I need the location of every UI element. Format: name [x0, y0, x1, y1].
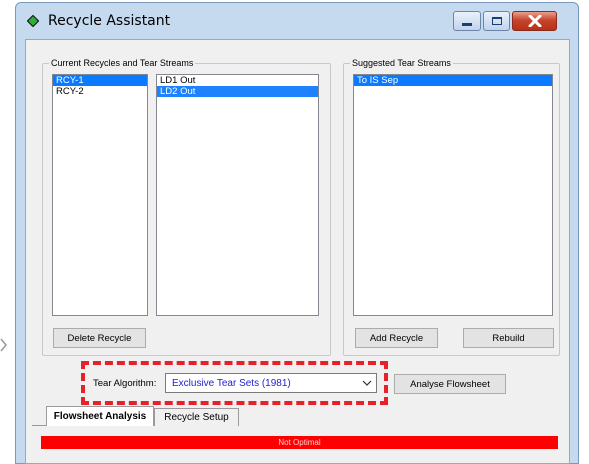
tab-recycle-setup[interactable]: Recycle Setup [154, 408, 239, 426]
minimize-button[interactable] [453, 11, 481, 31]
app-diamond-icon [26, 14, 40, 28]
tear-streams-listbox[interactable]: LD1 Out LD2 Out [156, 74, 319, 316]
recycle-item[interactable]: RCY-1 [53, 75, 147, 86]
current-recycles-group: Current Recycles and Tear Streams RCY-1 … [42, 57, 331, 356]
suggested-stream-item[interactable]: To IS Sep [354, 75, 552, 86]
minimize-icon [462, 22, 472, 26]
recycle-assistant-window: Recycle Assistant Current Recycles and T… [15, 2, 579, 464]
tear-stream-item[interactable]: LD1 Out [157, 75, 318, 86]
maximize-button[interactable] [483, 11, 510, 31]
delete-recycle-button[interactable]: Delete Recycle [53, 328, 146, 348]
dialog-client-area: Current Recycles and Tear Streams RCY-1 … [25, 39, 570, 464]
title-bar[interactable]: Recycle Assistant [16, 3, 578, 39]
close-button[interactable] [512, 11, 557, 31]
tear-stream-item[interactable]: LD2 Out [157, 86, 318, 97]
status-bar: Not Optimal [41, 436, 558, 449]
current-recycles-group-title: Current Recycles and Tear Streams [49, 57, 196, 69]
rebuild-button[interactable]: Rebuild [463, 328, 554, 348]
maximize-icon [491, 17, 502, 25]
suggested-tear-streams-listbox[interactable]: To IS Sep [353, 74, 553, 316]
tab-flowsheet-analysis[interactable]: Flowsheet Analysis [46, 406, 154, 426]
analyse-flowsheet-button[interactable]: Analyse Flowsheet [394, 374, 506, 394]
suggested-tear-streams-group-title: Suggested Tear Streams [350, 57, 453, 69]
side-arrow-icon [0, 337, 8, 353]
window-title: Recycle Assistant [48, 13, 171, 29]
tab-divider [32, 425, 46, 426]
suggested-tear-streams-group: Suggested Tear Streams To IS Sep Add Rec… [343, 57, 560, 356]
recycle-item[interactable]: RCY-2 [53, 86, 147, 97]
highlight-annotation [81, 361, 388, 405]
close-icon [528, 15, 541, 27]
add-recycle-button[interactable]: Add Recycle [355, 328, 438, 348]
recycles-listbox[interactable]: RCY-1 RCY-2 [52, 74, 148, 316]
